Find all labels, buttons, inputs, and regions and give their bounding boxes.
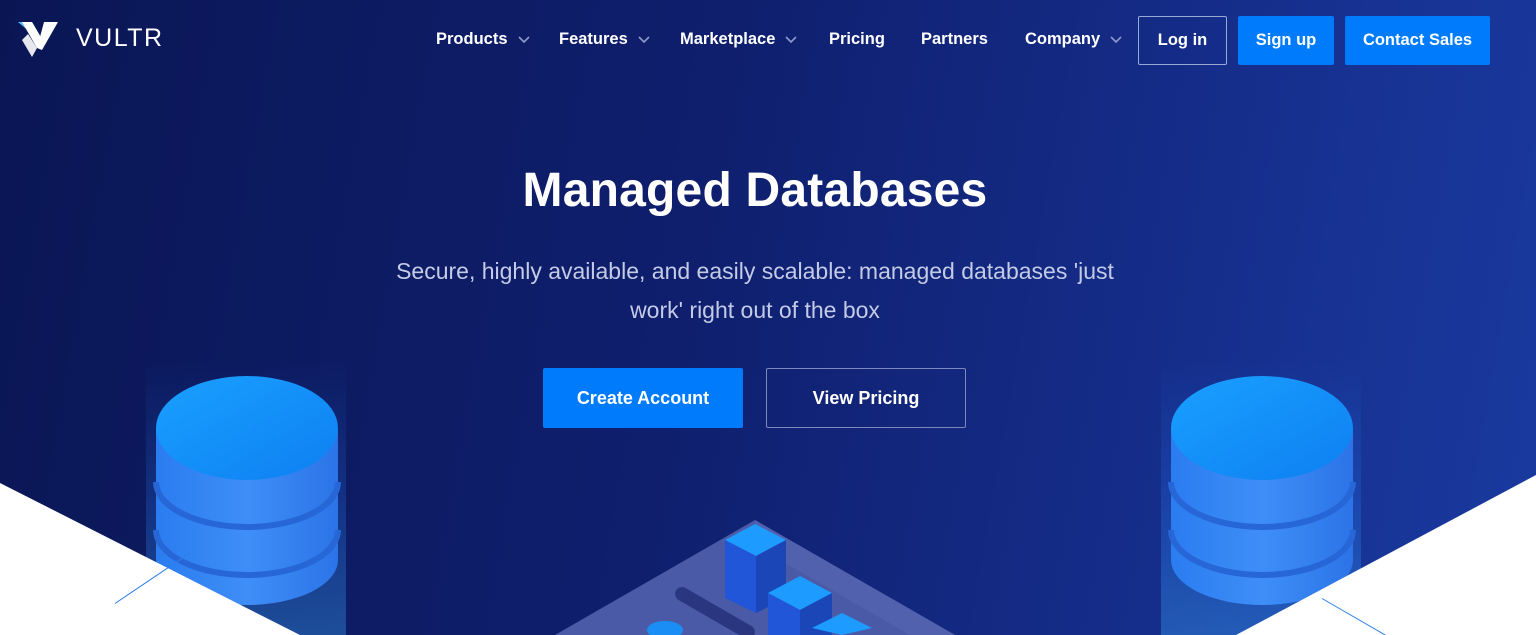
- brand-name: VULTR: [76, 24, 164, 52]
- server-blocks-icon: [555, 520, 955, 635]
- decor-corner-right: [1236, 475, 1536, 635]
- nav-item-label: Pricing: [829, 30, 885, 48]
- nav-item-marketplace[interactable]: Marketplace: [680, 30, 797, 49]
- nav-item-partners[interactable]: Partners: [921, 30, 988, 49]
- nav-item-label: Products: [436, 30, 508, 48]
- nav-item-label: Features: [559, 30, 628, 48]
- nav-item-products[interactable]: Products: [436, 30, 530, 49]
- brand-logo[interactable]: VULTR: [18, 20, 164, 57]
- decor-corner-left: [0, 483, 300, 635]
- nav-item-label: Company: [1025, 30, 1101, 48]
- create-account-button[interactable]: Create Account: [543, 368, 743, 428]
- login-button[interactable]: Log in: [1138, 16, 1227, 65]
- vultr-logo-icon: [18, 22, 58, 57]
- page-title: Managed Databases: [522, 164, 988, 217]
- nav-item-label: Partners: [921, 30, 988, 48]
- nav-item-company[interactable]: Company: [1025, 30, 1122, 49]
- chevron-down-icon: [638, 35, 650, 43]
- hero-subtitle: Secure, highly available, and easily sca…: [396, 258, 1114, 323]
- chevron-down-icon: [517, 35, 530, 43]
- view-pricing-button[interactable]: View Pricing: [766, 368, 966, 428]
- nav-item-label: Marketplace: [680, 30, 776, 48]
- nav-item-features[interactable]: Features: [559, 30, 650, 49]
- signup-button[interactable]: Sign up: [1238, 16, 1334, 65]
- hero-section: VULTR Products Features Marketplace Pric…: [0, 0, 1536, 635]
- nav-item-pricing[interactable]: Pricing: [829, 30, 885, 49]
- top-navigation: VULTR Products Features Marketplace Pric…: [0, 0, 1536, 80]
- contact-sales-button[interactable]: Contact Sales: [1345, 16, 1490, 65]
- chevron-down-icon: [785, 35, 797, 43]
- chevron-down-icon: [1110, 35, 1122, 43]
